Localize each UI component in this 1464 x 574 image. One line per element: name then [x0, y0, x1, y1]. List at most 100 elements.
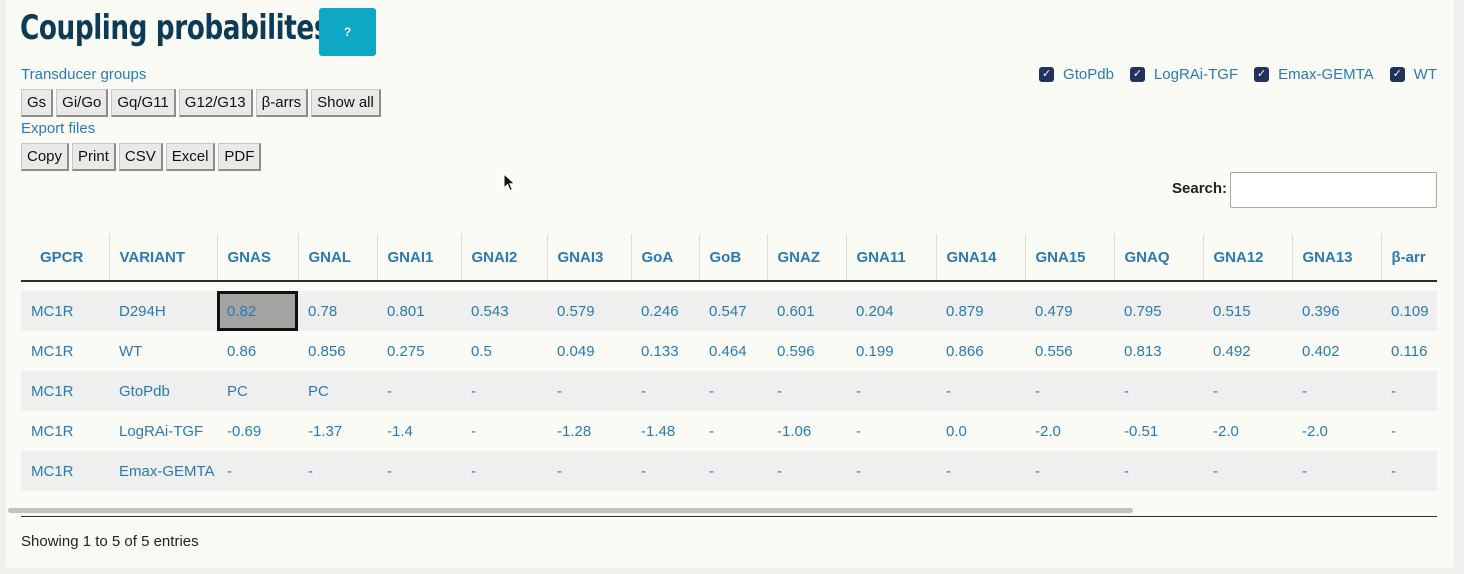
table-cell[interactable]: 0.5 — [461, 331, 547, 371]
table-cell[interactable]: - — [377, 451, 461, 491]
table-cell[interactable]: -2.0 — [1292, 411, 1381, 451]
column-header-gnaz[interactable]: GNAZ — [766, 234, 846, 282]
table-cell[interactable]: - — [1203, 371, 1292, 411]
column-header-gnai1[interactable]: GNAI1 — [376, 234, 461, 282]
table-cell[interactable]: 0.116 — [1381, 331, 1437, 371]
table-cell[interactable]: 0.801 — [377, 291, 461, 331]
column-header-gna12[interactable]: GNA12 — [1202, 234, 1292, 282]
check-icon[interactable]: ✓ — [1039, 67, 1055, 82]
table-cell[interactable]: - — [461, 451, 547, 491]
table-cell[interactable]: 0.795 — [1114, 291, 1203, 331]
export-csv-button[interactable]: CSV — [118, 143, 163, 171]
table-cell[interactable]: - — [699, 411, 767, 451]
table-cell[interactable]: - — [767, 451, 846, 491]
table-cell[interactable]: - — [1025, 451, 1114, 491]
table-cell[interactable]: PC — [217, 371, 298, 411]
table-cell[interactable]: 0.601 — [767, 291, 846, 331]
table-cell[interactable]: - — [936, 451, 1025, 491]
filter-gtopdb[interactable]: ✓ GtoPdb — [1039, 66, 1114, 83]
table-cell[interactable]: 0.856 — [298, 331, 377, 371]
export-excel-button[interactable]: Excel — [165, 143, 216, 171]
column-header-gpcr[interactable]: GPCR — [21, 234, 109, 282]
table-cell[interactable]: 0.82 — [217, 291, 298, 331]
column-header-gna15[interactable]: GNA15 — [1024, 234, 1114, 282]
table-cell[interactable]: - — [377, 371, 461, 411]
table-cell[interactable]: 0.396 — [1292, 291, 1381, 331]
table-cell[interactable]: 0.879 — [936, 291, 1025, 331]
table-cell[interactable]: MC1R — [21, 371, 109, 411]
table-cell[interactable]: 0.596 — [767, 331, 846, 371]
table-cell[interactable]: 0.464 — [699, 331, 767, 371]
table-cell[interactable]: - — [1025, 371, 1114, 411]
column-header-goa[interactable]: GoA — [630, 234, 699, 282]
table-cell[interactable]: Emax-GEMTA — [109, 451, 217, 491]
table-cell[interactable]: -0.51 — [1114, 411, 1203, 451]
column-header-gob[interactable]: GoB — [698, 234, 767, 282]
table-cell[interactable]: - — [1292, 371, 1381, 411]
table-cell[interactable]: - — [631, 371, 699, 411]
export-pdf-button[interactable]: PDF — [218, 143, 262, 171]
column-header-gnal[interactable]: GNAL — [297, 234, 377, 282]
column-header-gnai2[interactable]: GNAI2 — [460, 234, 547, 282]
table-cell[interactable]: WT — [109, 331, 217, 371]
table-cell[interactable]: 0.543 — [461, 291, 547, 331]
table-cell[interactable]: 0.049 — [547, 331, 631, 371]
table-cell[interactable]: D294H — [109, 291, 217, 331]
table-cell[interactable]: - — [1203, 451, 1292, 491]
table-cell[interactable]: 0.109 — [1381, 291, 1437, 331]
table-cell[interactable]: 0.246 — [631, 291, 699, 331]
group-g12-g13-button[interactable]: G12/G13 — [178, 89, 253, 117]
table-cell[interactable]: 0.579 — [547, 291, 631, 331]
table-cell[interactable]: 0.133 — [631, 331, 699, 371]
export-copy-button[interactable]: Copy — [21, 143, 70, 171]
table-cell[interactable]: - — [1381, 451, 1437, 491]
table-cell[interactable]: 0.204 — [846, 291, 936, 331]
table-cell[interactable]: MC1R — [21, 411, 109, 451]
column-header-gna14[interactable]: GNA14 — [935, 234, 1025, 282]
table-cell[interactable]: - — [1292, 451, 1381, 491]
table-cell[interactable]: - — [461, 411, 547, 451]
table-cell[interactable]: - — [846, 411, 936, 451]
column-header-gnaq[interactable]: GNAQ — [1113, 234, 1203, 282]
group-gq-g11-button[interactable]: Gq/G11 — [111, 89, 176, 117]
group-arrs-button[interactable]: β-arrs — [255, 89, 309, 117]
filter-lograi-tgf[interactable]: ✓ LogRAi-TGF — [1129, 66, 1238, 83]
group-show-all-button[interactable]: Show all — [311, 89, 381, 117]
table-cell[interactable]: -1.06 — [767, 411, 846, 451]
table-cell[interactable]: MC1R — [21, 451, 109, 491]
column-header-gnas[interactable]: GNAS — [216, 234, 298, 282]
table-cell[interactable]: 0.275 — [377, 331, 461, 371]
group-gi-go-button[interactable]: Gi/Go — [56, 89, 109, 117]
export-print-button[interactable]: Print — [72, 143, 116, 171]
horizontal-scrollbar[interactable] — [8, 508, 1133, 513]
table-cell[interactable]: - — [461, 371, 547, 411]
table-cell[interactable]: - — [547, 371, 631, 411]
table-cell[interactable]: - — [767, 371, 846, 411]
table-cell[interactable]: - — [846, 451, 936, 491]
table-cell[interactable]: - — [699, 451, 767, 491]
group-gs-button[interactable]: Gs — [21, 89, 54, 117]
table-cell[interactable]: 0.492 — [1203, 331, 1292, 371]
table-cell[interactable]: LogRAi-TGF — [109, 411, 217, 451]
table-cell[interactable]: -2.0 — [1025, 411, 1114, 451]
table-cell[interactable]: -1.4 — [377, 411, 461, 451]
table-cell[interactable]: PC — [298, 371, 377, 411]
table-cell[interactable]: 0.866 — [936, 331, 1025, 371]
table-cell[interactable]: - — [1381, 411, 1437, 451]
column-header-variant[interactable]: VARIANT — [108, 234, 217, 282]
help-button[interactable]: ? — [319, 8, 376, 56]
filter-wt[interactable]: ✓ WT — [1389, 66, 1437, 83]
table-cell[interactable]: GtoPdb — [109, 371, 217, 411]
table-cell[interactable]: 0.813 — [1114, 331, 1203, 371]
table-cell[interactable]: 0.479 — [1025, 291, 1114, 331]
table-cell[interactable]: 0.547 — [699, 291, 767, 331]
table-cell[interactable]: - — [1381, 371, 1437, 411]
table-cell[interactable]: - — [1114, 371, 1203, 411]
table-cell[interactable]: MC1R — [21, 331, 109, 371]
table-cell[interactable]: MC1R — [21, 291, 109, 331]
table-cell[interactable]: 0.556 — [1025, 331, 1114, 371]
column-header-gna13[interactable]: GNA13 — [1291, 234, 1381, 282]
table-cell[interactable]: - — [936, 371, 1025, 411]
table-cell[interactable]: - — [217, 451, 298, 491]
table-cell[interactable]: - — [547, 451, 631, 491]
